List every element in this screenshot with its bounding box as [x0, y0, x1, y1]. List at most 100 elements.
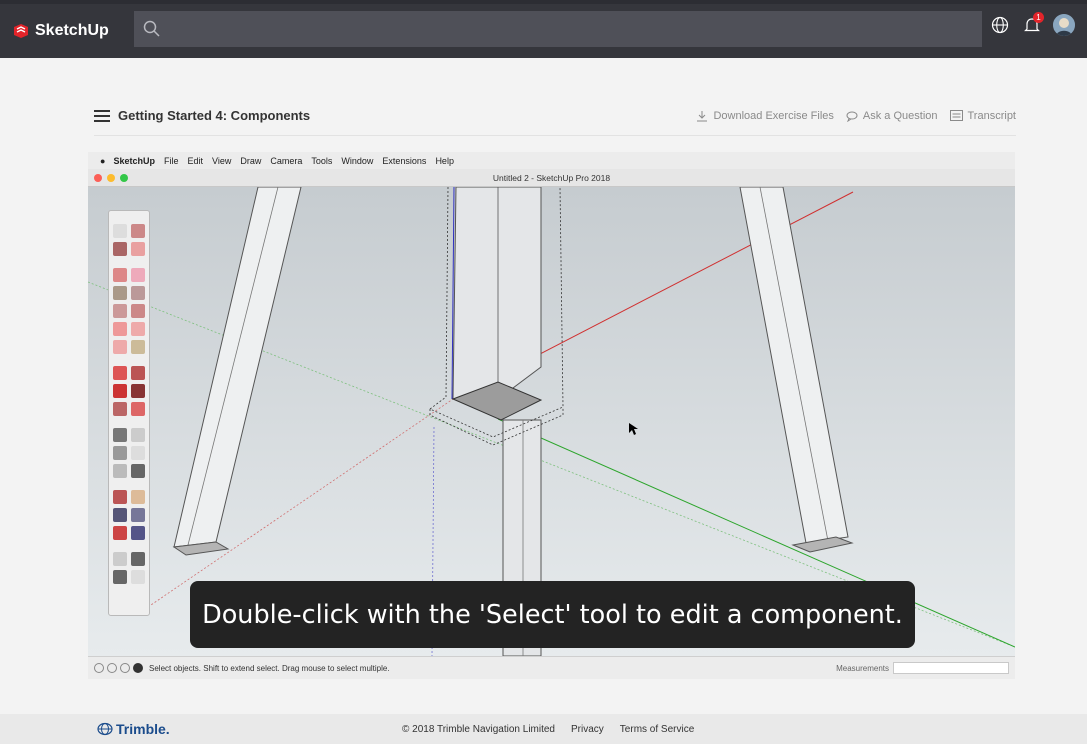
- component-tool-icon[interactable]: [131, 224, 145, 238]
- select-tool-icon[interactable]: [113, 224, 127, 238]
- transcript-icon: [949, 110, 963, 121]
- measurements-box: Measurements: [836, 662, 1009, 674]
- trimble-brand: Trimble.: [116, 721, 170, 737]
- download-exercise-files-link[interactable]: Download Exercise Files: [696, 109, 834, 122]
- chat-bubble-icon: [846, 111, 858, 122]
- axes-tool-icon[interactable]: [113, 464, 127, 478]
- window-title: Untitled 2 - SketchUp Pro 2018: [492, 173, 611, 183]
- zoom-extents-icon[interactable]: [113, 526, 127, 540]
- menu-item-draw: Draw: [240, 155, 262, 166]
- footer-links: © 2018 Trimble Navigation Limited Privac…: [402, 724, 694, 735]
- arc-tool-icon[interactable]: [113, 322, 127, 336]
- instructor-icon[interactable]: [133, 663, 143, 673]
- follow-me-icon[interactable]: [131, 384, 145, 398]
- notification-bell-icon[interactable]: 1: [1021, 12, 1044, 36]
- three-point-arc-icon[interactable]: [113, 340, 127, 354]
- sketchup-logo-icon: [14, 24, 28, 38]
- status-bar: Select objects. Shift to extend select. …: [88, 656, 1015, 679]
- menu-item-edit: Edit: [187, 155, 203, 166]
- status-text: Select objects. Shift to extend select. …: [149, 663, 390, 673]
- polygon-tool-icon[interactable]: [131, 304, 145, 318]
- line-tool-icon[interactable]: [113, 268, 127, 282]
- menu-icon[interactable]: [94, 109, 110, 122]
- globe-icon[interactable]: [989, 14, 1011, 36]
- pie-tool-icon[interactable]: [131, 322, 145, 336]
- dimension-tool-icon[interactable]: [131, 428, 145, 442]
- video-caption: Double-click with the 'Select' tool to e…: [190, 581, 915, 648]
- freehand-tool-icon[interactable]: [131, 268, 145, 282]
- previous-view-icon[interactable]: [131, 526, 145, 540]
- zoom-tool-icon[interactable]: [113, 508, 127, 522]
- transcript-link[interactable]: Transcript: [949, 109, 1017, 122]
- search-icon: [143, 20, 160, 37]
- rotate-tool-icon[interactable]: [113, 384, 127, 398]
- geo-location-icon[interactable]: [94, 663, 104, 673]
- section-plane-icon[interactable]: [131, 570, 145, 584]
- minimize-window-icon: [107, 174, 115, 182]
- text-tool-icon[interactable]: [131, 446, 145, 460]
- tools-palette: [108, 210, 150, 616]
- menu-item-help: Help: [435, 155, 454, 166]
- two-point-arc-icon[interactable]: [131, 340, 145, 354]
- menu-item-camera: Camera: [270, 155, 303, 166]
- scale-tool-icon[interactable]: [113, 402, 127, 416]
- measurements-input[interactable]: [893, 662, 1009, 674]
- footer: Trimble. © 2018 Trimble Navigation Limit…: [0, 714, 1087, 744]
- menu-item-view: View: [211, 155, 232, 166]
- walk-tool-icon[interactable]: [131, 552, 145, 566]
- circle-tool-icon[interactable]: [113, 304, 127, 318]
- tape-measure-icon[interactable]: [113, 428, 127, 442]
- search-input[interactable]: [134, 11, 982, 47]
- offset-tool-icon[interactable]: [131, 402, 145, 416]
- menu-item-extensions: Extensions: [382, 155, 427, 166]
- ask-question-link[interactable]: Ask a Question: [846, 110, 938, 122]
- pan-tool-icon[interactable]: [131, 490, 145, 504]
- window-controls: [94, 174, 128, 182]
- user-icon[interactable]: [120, 663, 130, 673]
- look-around-icon[interactable]: [113, 570, 127, 584]
- position-camera-icon[interactable]: [113, 552, 127, 566]
- protractor-icon[interactable]: [113, 446, 127, 460]
- orbit-tool-icon[interactable]: [113, 490, 127, 504]
- brand-name: SketchUp: [35, 22, 109, 39]
- copyright-text: © 2018 Trimble Navigation Limited: [402, 724, 555, 735]
- close-window-icon: [94, 174, 102, 182]
- menu-item-file: File: [163, 155, 179, 166]
- 3d-text-icon[interactable]: [131, 464, 145, 478]
- mac-menu-bar: ● SketchUp File Edit View Draw Camera To…: [88, 152, 1015, 169]
- brand[interactable]: SketchUp: [12, 22, 134, 40]
- zoom-window-tool-icon[interactable]: [131, 508, 145, 522]
- notification-count-badge: 1: [1033, 12, 1044, 23]
- rotated-rectangle-icon[interactable]: [131, 286, 145, 300]
- transcript-label: Transcript: [967, 109, 1017, 122]
- course-title: Getting Started 4: Components: [118, 108, 311, 123]
- top-navigation-bar: SketchUp 1: [0, 0, 1087, 58]
- move-tool-icon[interactable]: [113, 366, 127, 380]
- top-icons: 1: [989, 12, 1075, 36]
- push-pull-icon[interactable]: [131, 366, 145, 380]
- trimble-globe-icon: [97, 722, 113, 736]
- avatar-image: [1053, 14, 1075, 36]
- terms-link[interactable]: Terms of Service: [620, 724, 694, 735]
- user-avatar[interactable]: [1053, 14, 1075, 36]
- course-actions: Download Exercise Files Ask a Question T…: [696, 110, 1016, 122]
- privacy-link[interactable]: Privacy: [571, 724, 604, 735]
- paint-bucket-icon[interactable]: [113, 242, 127, 256]
- menu-item-tools: Tools: [311, 155, 333, 166]
- menu-item-window: Window: [341, 155, 374, 166]
- status-indicators: [94, 663, 143, 673]
- rectangle-tool-icon[interactable]: [113, 286, 127, 300]
- course-header: Getting Started 4: Components Download E…: [94, 96, 1016, 136]
- zoom-window-icon: [120, 174, 128, 182]
- trimble-logo[interactable]: Trimble.: [97, 721, 170, 737]
- eraser-icon[interactable]: [131, 242, 145, 256]
- ask-question-label: Ask a Question: [862, 109, 938, 122]
- video-player[interactable]: ● SketchUp File Edit View Draw Camera To…: [88, 152, 1015, 679]
- download-icon: [697, 110, 708, 121]
- apple-icon: ●: [100, 155, 106, 166]
- credits-icon[interactable]: [107, 663, 117, 673]
- measurements-label: Measurements: [836, 663, 889, 673]
- download-label: Download Exercise Files: [713, 109, 834, 122]
- menu-item-sketchup: SketchUp: [113, 155, 155, 166]
- top-navigation-inner: SketchUp 1: [0, 4, 1087, 58]
